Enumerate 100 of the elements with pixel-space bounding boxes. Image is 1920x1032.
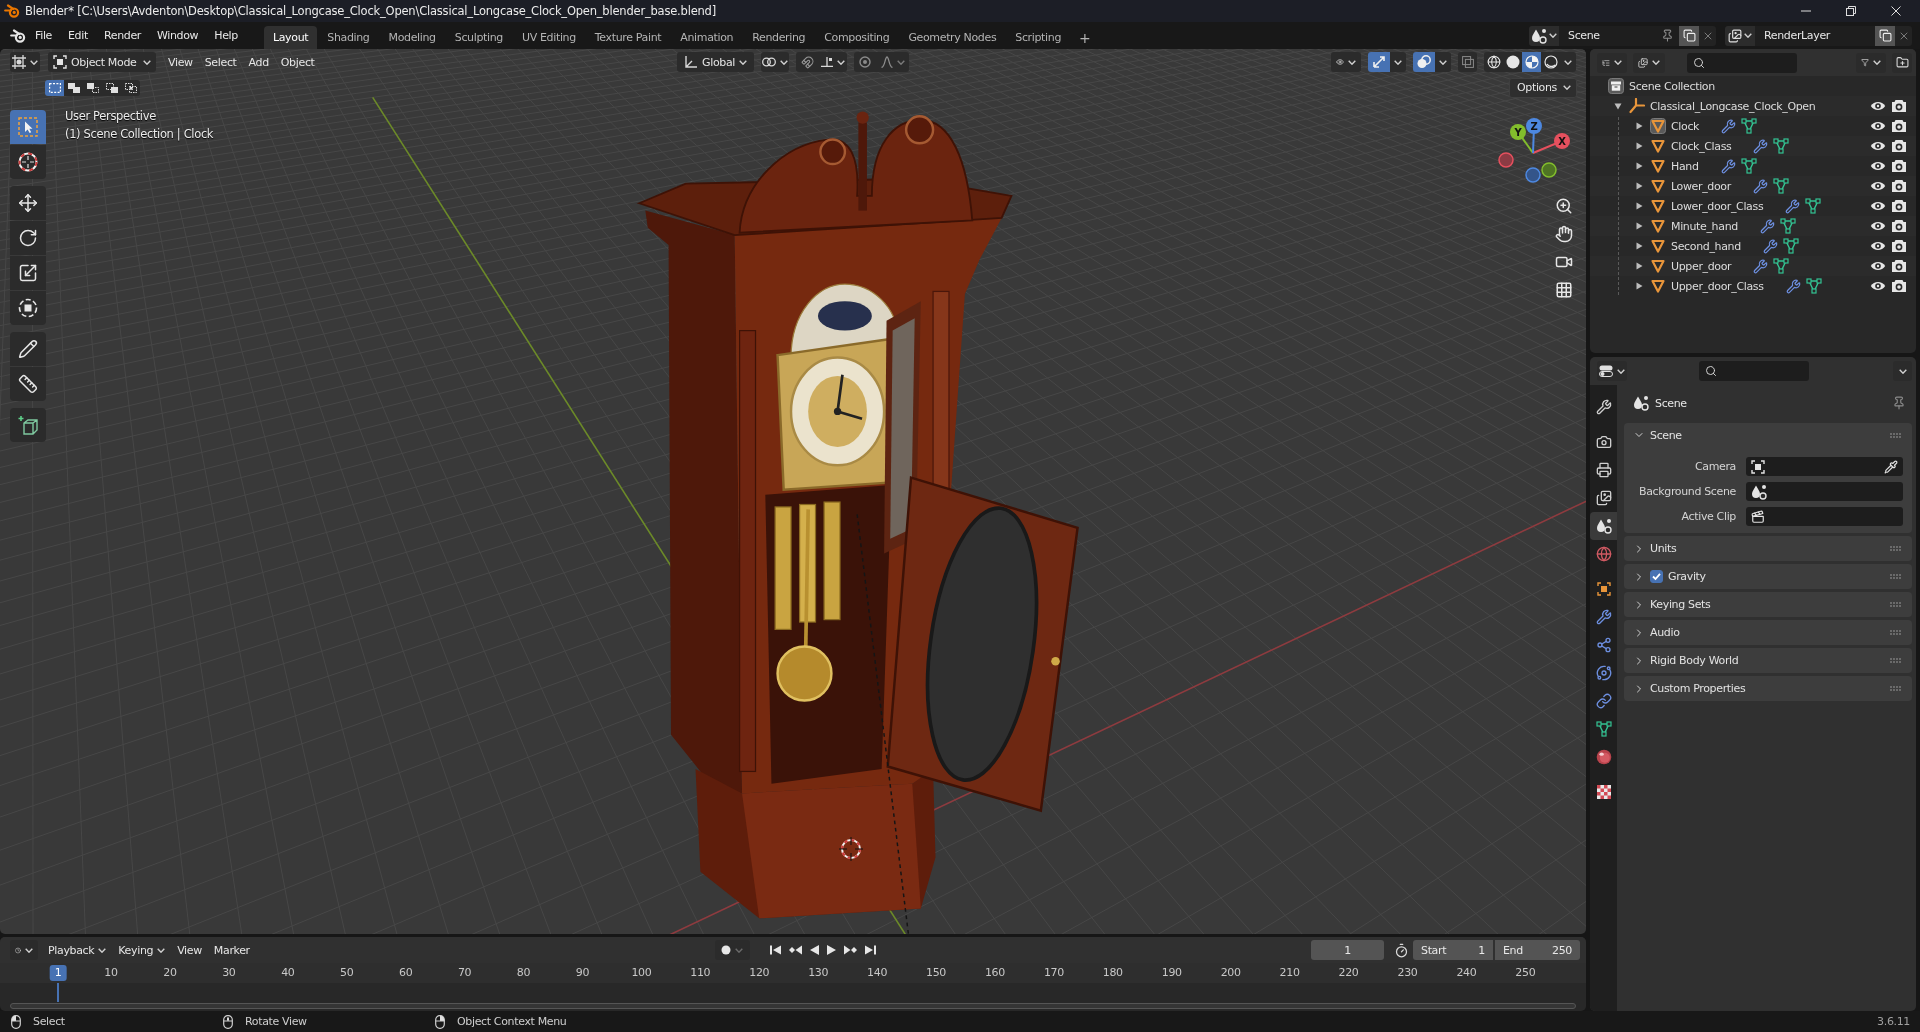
eye-icon[interactable] bbox=[1870, 240, 1886, 252]
axis-handle[interactable]: Z bbox=[1526, 118, 1542, 134]
zoom-icon[interactable] bbox=[1555, 197, 1573, 215]
panel-header[interactable]: Units bbox=[1624, 536, 1912, 561]
dropdown-menu[interactable]: Keying bbox=[112, 940, 172, 960]
scene-field[interactable]: Scene bbox=[1559, 25, 1679, 46]
editor-type-button[interactable] bbox=[10, 52, 40, 72]
menu-item[interactable]: File bbox=[27, 25, 60, 46]
wrench-icon[interactable] bbox=[1785, 198, 1801, 214]
editor-type-button[interactable] bbox=[1597, 361, 1627, 381]
menu-item[interactable]: Object bbox=[274, 52, 321, 72]
workspace-tab[interactable]: UV Editing bbox=[512, 26, 585, 49]
panel-header[interactable]: Keying Sets bbox=[1624, 592, 1912, 617]
panel-header[interactable]: Custom Properties bbox=[1624, 676, 1912, 701]
xray-toggle[interactable] bbox=[1458, 52, 1477, 72]
visibility-dropdown[interactable] bbox=[1331, 52, 1361, 72]
workspace-tab[interactable]: Geometry Nodes bbox=[899, 26, 1006, 49]
new-view-layer-button[interactable] bbox=[1875, 25, 1895, 46]
options-dropdown[interactable]: Options bbox=[1509, 77, 1577, 98]
options-dropdown[interactable] bbox=[1893, 361, 1912, 381]
axis-handle[interactable] bbox=[1541, 162, 1557, 178]
camera-icon[interactable] bbox=[1891, 219, 1907, 233]
camera-icon[interactable] bbox=[1891, 179, 1907, 193]
workspace-tab[interactable]: Rendering bbox=[743, 26, 815, 49]
workspace-tab[interactable]: Scripting bbox=[1006, 26, 1071, 49]
axis-handle[interactable]: X bbox=[1554, 133, 1570, 149]
expand-arrow-icon[interactable] bbox=[1635, 122, 1643, 130]
menu-item[interactable]: View bbox=[162, 52, 199, 72]
axis-handle[interactable] bbox=[1525, 167, 1541, 183]
end-frame-field[interactable]: End 250 bbox=[1495, 940, 1580, 960]
play-icon[interactable] bbox=[826, 945, 836, 955]
eye-icon[interactable] bbox=[1870, 120, 1886, 132]
camera-icon[interactable] bbox=[1891, 99, 1907, 113]
camera-icon[interactable] bbox=[1891, 199, 1907, 213]
auto-keying-button[interactable] bbox=[714, 940, 750, 960]
wrench-icon[interactable] bbox=[1759, 218, 1775, 234]
panel-header[interactable]: Rigid Body World bbox=[1624, 648, 1912, 673]
eye-icon[interactable] bbox=[1870, 280, 1886, 292]
start-frame-field[interactable]: Start 1 bbox=[1413, 940, 1493, 960]
editor-type-button[interactable] bbox=[10, 940, 38, 960]
eye-icon[interactable] bbox=[1870, 160, 1886, 172]
workspace-tab[interactable]: Animation bbox=[671, 26, 743, 49]
scene-browse-button[interactable] bbox=[1529, 25, 1559, 46]
move-tool[interactable] bbox=[10, 186, 46, 220]
filter-dropdown[interactable] bbox=[1856, 52, 1886, 73]
selection-mode-button[interactable] bbox=[121, 79, 140, 96]
eyedropper-icon[interactable] bbox=[1884, 459, 1898, 474]
camera-icon[interactable] bbox=[1891, 259, 1907, 273]
wrench-icon[interactable] bbox=[1762, 238, 1778, 254]
wrench-icon[interactable] bbox=[1753, 138, 1769, 154]
overlays-toggle[interactable] bbox=[1413, 52, 1435, 72]
menu-item[interactable]: Window bbox=[149, 25, 207, 46]
workspace-tab[interactable]: Sculpting bbox=[445, 26, 512, 49]
menu-item[interactable]: Add bbox=[242, 52, 275, 72]
eye-icon[interactable] bbox=[1870, 180, 1886, 192]
workspace-tab[interactable]: Shading bbox=[318, 26, 379, 49]
wrench-icon[interactable] bbox=[1753, 258, 1769, 274]
shading-mode-button[interactable] bbox=[1484, 52, 1503, 72]
properties-tab[interactable] bbox=[1590, 512, 1617, 540]
search-field[interactable] bbox=[1687, 52, 1797, 73]
workspace-tab[interactable]: Texture Paint bbox=[585, 26, 671, 49]
expand-arrow-icon[interactable] bbox=[1635, 182, 1643, 190]
panel-header[interactable]: Audio bbox=[1624, 620, 1912, 645]
shading-mode-button[interactable] bbox=[1503, 52, 1522, 72]
wrench-icon[interactable] bbox=[1720, 158, 1736, 174]
menu-item[interactable]: Help bbox=[206, 25, 246, 46]
eye-icon[interactable] bbox=[1870, 220, 1886, 232]
scene-field[interactable] bbox=[1746, 482, 1903, 501]
camera-icon[interactable] bbox=[1891, 239, 1907, 253]
scale-tool[interactable] bbox=[10, 256, 46, 290]
expand-arrow-icon[interactable] bbox=[1635, 282, 1643, 290]
dropdown-button[interactable] bbox=[1435, 52, 1451, 72]
pin-icon[interactable] bbox=[1661, 29, 1674, 42]
proportional-toggle[interactable] bbox=[854, 52, 876, 72]
jump-to-start-icon[interactable] bbox=[769, 945, 781, 955]
eye-icon[interactable] bbox=[1870, 200, 1886, 212]
collapse-arrow-icon[interactable] bbox=[1614, 102, 1622, 110]
menu-item[interactable]: Edit bbox=[60, 25, 96, 46]
delete-scene-button[interactable] bbox=[1699, 25, 1716, 46]
wrench-icon[interactable] bbox=[1752, 178, 1768, 194]
delete-view-layer-button[interactable] bbox=[1895, 25, 1912, 46]
snap-toggle[interactable] bbox=[796, 52, 818, 72]
grid-icon[interactable] bbox=[1555, 281, 1573, 299]
measure-tool[interactable] bbox=[10, 367, 46, 401]
app-logo-icon[interactable] bbox=[10, 28, 26, 43]
selection-mode-button[interactable] bbox=[45, 79, 64, 96]
shading-mode-button[interactable] bbox=[1541, 52, 1560, 72]
playhead[interactable]: 1 bbox=[49, 965, 67, 981]
annotate-tool[interactable] bbox=[10, 332, 46, 366]
axis-handle[interactable] bbox=[1498, 152, 1514, 168]
wrench-icon[interactable] bbox=[1721, 118, 1737, 134]
expand-arrow-icon[interactable] bbox=[1635, 222, 1643, 230]
gizmos-toggle[interactable] bbox=[1368, 52, 1390, 72]
menu-item[interactable]: Select bbox=[198, 52, 243, 72]
jump-to-end-icon[interactable] bbox=[864, 945, 876, 955]
snap-target-dropdown[interactable] bbox=[818, 52, 847, 72]
workspace-tab[interactable]: Layout bbox=[263, 26, 318, 49]
camera-icon[interactable] bbox=[1891, 139, 1907, 153]
scrollbar[interactable] bbox=[10, 1003, 1576, 1009]
selection-mode-button[interactable] bbox=[64, 79, 83, 96]
